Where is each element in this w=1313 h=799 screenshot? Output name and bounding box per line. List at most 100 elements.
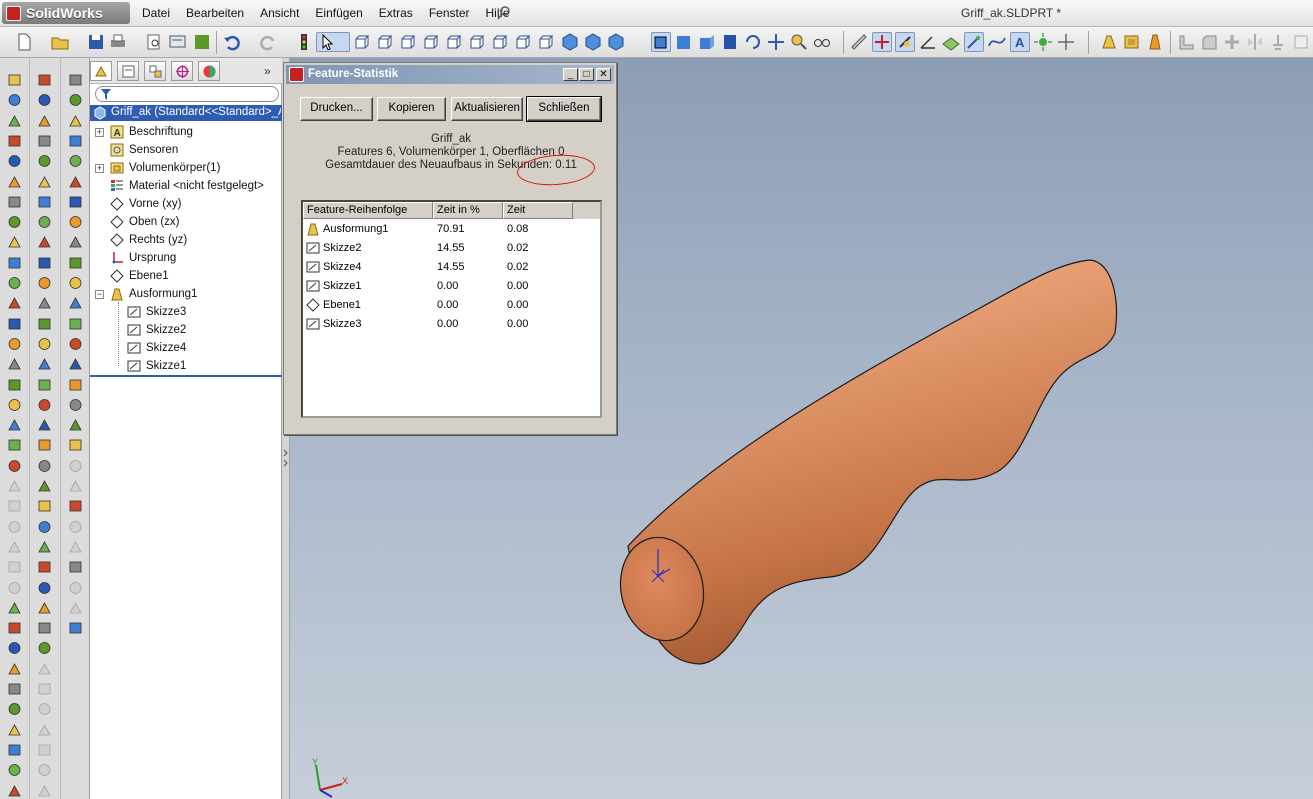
intersect-icon[interactable] xyxy=(6,539,23,555)
move-face-icon[interactable] xyxy=(67,437,84,453)
boundary-icon[interactable] xyxy=(6,153,23,169)
delete-body-icon[interactable] xyxy=(6,580,23,596)
pattern-icon[interactable] xyxy=(36,437,53,453)
column-time-percent[interactable]: Zeit in % xyxy=(433,202,503,219)
instant3d-icon[interactable] xyxy=(6,478,23,494)
rotate-icon[interactable] xyxy=(743,32,763,52)
shell-icon[interactable] xyxy=(1122,32,1142,52)
print-button[interactable]: Drucken... xyxy=(300,97,373,121)
cosmetic-thread-icon[interactable] xyxy=(67,234,84,250)
redo-icon[interactable] xyxy=(258,32,278,52)
lip-icon[interactable] xyxy=(67,153,84,169)
print-preview-icon[interactable] xyxy=(144,32,164,52)
reference-geometry-icon[interactable] xyxy=(1268,32,1288,52)
menu-extras[interactable]: Extras xyxy=(371,0,421,26)
mirror-icon[interactable] xyxy=(1245,32,1265,52)
tree-item-material[interactable]: Material <nicht festgelegt> xyxy=(93,177,282,195)
helix-icon[interactable] xyxy=(6,783,23,799)
dome-icon[interactable] xyxy=(6,377,23,393)
convert-icon[interactable] xyxy=(36,458,53,474)
loft-icon[interactable] xyxy=(1099,32,1119,52)
extend-icon[interactable] xyxy=(36,377,53,393)
open-folder-icon[interactable] xyxy=(50,32,70,52)
indent-icon[interactable] xyxy=(67,356,84,372)
trim-icon[interactable] xyxy=(6,701,23,717)
tree-item-ausformung1[interactable]: − Ausformung1 xyxy=(93,285,282,303)
thicken-icon[interactable] xyxy=(6,620,23,636)
spline-icon[interactable] xyxy=(36,194,53,210)
tree-item-vorne[interactable]: Vorne (xy) xyxy=(93,195,282,213)
fillet-icon[interactable] xyxy=(6,255,23,271)
tree-item-sensoren[interactable]: Sensoren xyxy=(93,141,282,159)
list-item[interactable]: Skizze3 0.00 0.00 xyxy=(303,315,600,334)
view-front-icon[interactable] xyxy=(352,32,372,52)
tab-feature-tree[interactable] xyxy=(90,61,112,81)
options-icon[interactable] xyxy=(168,32,188,52)
snap-hook-icon[interactable] xyxy=(67,214,84,230)
chamfer-icon[interactable] xyxy=(36,498,53,514)
print-icon[interactable] xyxy=(108,32,128,52)
view-top-icon[interactable] xyxy=(444,32,464,52)
list-item[interactable]: Skizze4 14.55 0.02 xyxy=(303,258,600,277)
pattern-icon[interactable] xyxy=(67,539,84,555)
tree-item-volumenkoerper[interactable]: + Volumenkörper(1) xyxy=(93,159,282,177)
zoom-area-icon[interactable] xyxy=(789,32,809,52)
fix-icon[interactable] xyxy=(36,742,53,758)
view-left-icon[interactable] xyxy=(398,32,418,52)
slot-icon[interactable] xyxy=(36,316,53,332)
perspective-icon[interactable] xyxy=(720,32,740,52)
rotate-icon[interactable] xyxy=(36,701,53,717)
move-icon[interactable] xyxy=(1056,32,1076,52)
new-document-icon[interactable] xyxy=(14,32,34,52)
pin-icon[interactable] xyxy=(497,6,511,20)
list-item[interactable]: Skizze2 14.55 0.02 xyxy=(303,239,600,258)
construction-icon[interactable] xyxy=(36,539,53,555)
rib-icon[interactable] xyxy=(6,295,23,311)
minimize-button[interactable]: _ xyxy=(563,68,578,81)
view-annotations-toggle[interactable]: A xyxy=(1010,32,1030,52)
fill-surface-icon[interactable] xyxy=(6,640,23,656)
replace-face-icon[interactable] xyxy=(67,478,84,494)
dome-icon[interactable] xyxy=(67,275,84,291)
menu-datei[interactable]: Datei xyxy=(134,0,178,26)
copy-icon[interactable] xyxy=(36,661,53,677)
feature-statistics-list[interactable]: Feature-Reihenfolge Zeit in % Zeit Ausfo… xyxy=(301,200,602,418)
offset-icon[interactable] xyxy=(36,397,53,413)
menu-einfuegen[interactable]: Einfügen xyxy=(307,0,370,26)
linear-pattern-icon[interactable] xyxy=(6,275,23,291)
combine-icon[interactable] xyxy=(6,519,23,535)
draft-icon[interactable] xyxy=(67,133,84,149)
extruded-cut-icon[interactable] xyxy=(6,174,23,190)
move-entity-toggle[interactable] xyxy=(872,32,892,52)
tree-item-oben[interactable]: Oben (zx) xyxy=(93,213,282,231)
tab-property-manager[interactable] xyxy=(117,61,139,81)
sweep-icon[interactable] xyxy=(6,113,23,129)
draft-icon[interactable] xyxy=(1145,32,1165,52)
lights-icon[interactable] xyxy=(1033,32,1053,52)
draft-icon[interactable] xyxy=(6,316,23,332)
rib-icon[interactable] xyxy=(1222,32,1242,52)
swept-cut-icon[interactable] xyxy=(6,214,23,230)
mounting-boss-icon[interactable] xyxy=(67,194,84,210)
view-axes-icon[interactable] xyxy=(918,32,938,52)
tree-item-ursprung[interactable]: Ursprung xyxy=(93,249,282,267)
expand-toggle[interactable]: + xyxy=(95,128,104,137)
vent-icon[interactable] xyxy=(67,174,84,190)
reference-icon[interactable] xyxy=(67,498,84,514)
mirror-icon[interactable] xyxy=(6,397,23,413)
undo-icon[interactable] xyxy=(222,32,242,52)
tree-root-part[interactable]: Griff_ak (Standard<<Standard>_A xyxy=(90,105,282,121)
line-icon[interactable] xyxy=(36,133,53,149)
solidworks-logo[interactable]: SolidWorks xyxy=(2,2,130,24)
deform-icon[interactable] xyxy=(67,336,84,352)
shell-icon[interactable] xyxy=(6,336,23,352)
rib-icon[interactable] xyxy=(67,72,84,88)
scale-icon[interactable] xyxy=(6,600,23,616)
mirror-icon[interactable] xyxy=(36,417,53,433)
menu-fenster[interactable]: Fenster xyxy=(421,0,478,26)
traffic-light-icon[interactable] xyxy=(67,600,84,616)
stretch-icon[interactable] xyxy=(36,722,53,738)
move-icon[interactable] xyxy=(36,640,53,656)
curves-icon[interactable] xyxy=(67,519,84,535)
view-bottom-icon[interactable] xyxy=(467,32,487,52)
